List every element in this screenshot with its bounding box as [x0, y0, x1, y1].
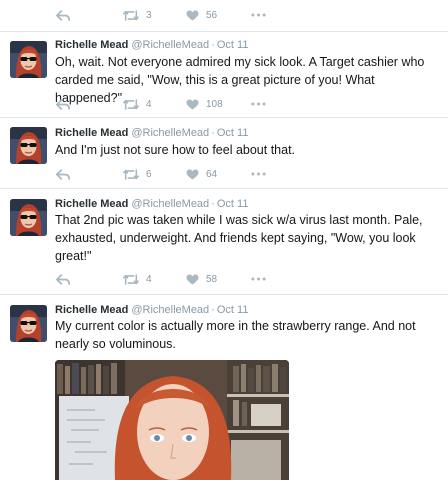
separator-dot: · — [211, 127, 215, 139]
like-button[interactable]: 64 — [186, 169, 251, 180]
avatar[interactable] — [10, 41, 47, 78]
like-button[interactable]: 108 — [186, 99, 251, 110]
separator-dot: · — [211, 198, 215, 210]
timestamp[interactable]: Oct 11 — [217, 304, 249, 316]
tweet[interactable]: Richelle Mead @RichelleMead · Oct 11 Oh, wa… — [0, 32, 448, 118]
profile-photo — [10, 127, 47, 164]
reply-icon — [56, 99, 70, 110]
separator-dot: · — [211, 304, 215, 316]
heart-icon — [186, 10, 199, 21]
timestamp[interactable]: Oct 11 — [217, 39, 249, 51]
tweet-actions: 4 108 — [56, 96, 271, 112]
like-count: 56 — [206, 9, 218, 21]
more-dots-icon — [251, 277, 266, 281]
more-dots-icon — [251, 102, 266, 106]
retweet-count: 4 — [146, 273, 152, 285]
retweet-count: 4 — [146, 98, 152, 110]
reply-icon — [56, 274, 70, 285]
more-dots-icon — [251, 172, 266, 176]
more-button[interactable] — [251, 172, 271, 176]
like-button[interactable]: 58 — [186, 274, 251, 285]
tweet-text: My current color is actually more in the… — [55, 319, 416, 351]
display-name[interactable]: Richelle Mead — [55, 127, 128, 139]
like-count: 108 — [206, 98, 223, 110]
reply-icon — [56, 10, 70, 21]
retweet-button[interactable]: 6 — [123, 169, 186, 180]
retweet-icon — [123, 10, 139, 21]
like-count: 64 — [206, 168, 218, 180]
retweet-button[interactable]: 4 — [123, 99, 186, 110]
reply-button[interactable] — [56, 274, 123, 285]
avatar[interactable] — [10, 127, 47, 164]
more-button[interactable] — [251, 13, 271, 17]
tweet-header: Richelle Mead @RichelleMead · Oct 11 — [55, 304, 248, 316]
like-button[interactable]: 56 — [186, 10, 251, 21]
screen-name[interactable]: @RichelleMead — [131, 198, 209, 210]
display-name[interactable]: Richelle Mead — [55, 198, 128, 210]
more-dots-icon — [251, 13, 266, 17]
timestamp[interactable]: Oct 11 — [217, 127, 249, 139]
screen-name[interactable]: @RichelleMead — [131, 39, 209, 51]
tweet[interactable]: Richelle Mead @RichelleMead · Oct 11 And I'… — [0, 118, 448, 189]
screen-name[interactable]: @RichelleMead — [131, 127, 209, 139]
profile-photo — [10, 41, 47, 78]
tweet-header: Richelle Mead @RichelleMead · Oct 11 — [55, 39, 248, 51]
previous-tweet: 3 56 — [0, 0, 448, 32]
avatar[interactable] — [10, 199, 47, 236]
reply-button[interactable] — [56, 169, 123, 180]
tweet[interactable]: Richelle Mead @RichelleMead · Oct 11 That 2… — [0, 189, 448, 295]
avatar[interactable] — [10, 305, 47, 342]
profile-photo — [10, 199, 47, 236]
reply-button[interactable] — [56, 10, 123, 21]
retweet-button[interactable]: 4 — [123, 274, 186, 285]
reply-icon — [56, 169, 70, 180]
heart-icon — [186, 274, 199, 285]
display-name[interactable]: Richelle Mead — [55, 39, 128, 51]
tweet-text: And I'm just not sure how to feel about … — [55, 143, 296, 157]
tweet-timeline: 3 56 Richelle Mead @RichelleMead · Oct 11 O… — [0, 0, 448, 480]
retweet-icon — [123, 274, 139, 285]
tweet-header: Richelle Mead @RichelleMead · Oct 11 — [55, 127, 248, 139]
display-name[interactable]: Richelle Mead — [55, 304, 128, 316]
tweet-header: Richelle Mead @RichelleMead · Oct 11 — [55, 198, 248, 210]
tweet-text: That 2nd pic was taken while I was sick … — [55, 213, 423, 263]
tweet-photo[interactable] — [55, 360, 289, 480]
like-count: 58 — [206, 273, 218, 285]
retweet-count: 6 — [146, 168, 152, 180]
heart-icon — [186, 169, 199, 180]
retweet-icon — [123, 169, 139, 180]
timestamp[interactable]: Oct 11 — [217, 198, 249, 210]
retweet-button[interactable]: 3 — [123, 10, 186, 21]
reply-button[interactable] — [56, 99, 123, 110]
more-button[interactable] — [251, 102, 271, 106]
tweet-actions: 6 64 — [56, 166, 271, 182]
screen-name[interactable]: @RichelleMead — [131, 304, 209, 316]
separator-dot: · — [211, 39, 215, 51]
tweet-actions: 4 58 — [56, 271, 271, 287]
tweet-actions: 3 56 — [56, 7, 271, 23]
heart-icon — [186, 99, 199, 110]
selfie-image — [55, 360, 289, 480]
retweet-count: 3 — [146, 9, 152, 21]
profile-photo — [10, 305, 47, 342]
more-button[interactable] — [251, 277, 271, 281]
retweet-icon — [123, 99, 139, 110]
